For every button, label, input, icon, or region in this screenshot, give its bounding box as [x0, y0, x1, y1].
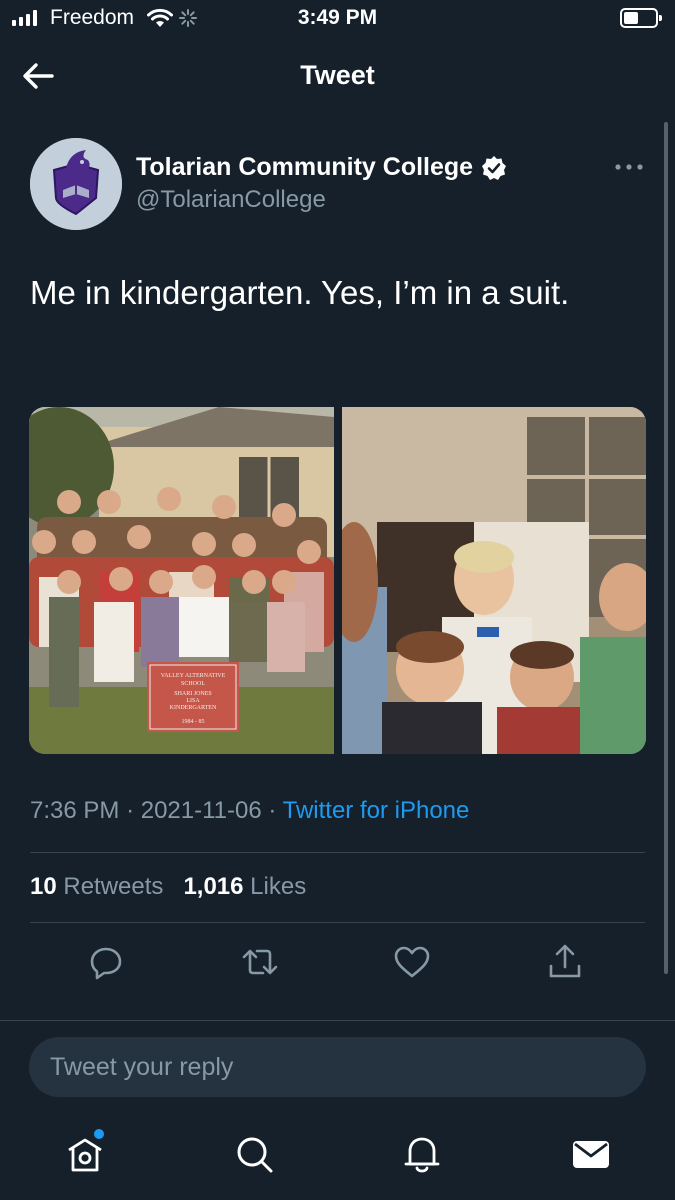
notifications-icon[interactable] — [400, 1132, 444, 1176]
tweet-media: VALLEY ALTERNATIVE SCHOOL SHARI JONES LI… — [29, 407, 646, 754]
closeup-photo-image[interactable] — [341, 407, 647, 754]
verified-badge-icon — [482, 155, 507, 180]
tweet-date: 2021-11-06 — [140, 797, 262, 824]
reply-input[interactable] — [29, 1037, 646, 1097]
sign-line: 1984 - 85 — [182, 719, 205, 725]
author-name-label: Tolarian Community College — [136, 153, 474, 181]
reply-icon[interactable] — [86, 942, 126, 982]
like-icon[interactable] — [392, 942, 432, 982]
tweet-source-link[interactable]: Twitter for iPhone — [283, 797, 470, 824]
author-name[interactable]: Tolarian Community College — [136, 153, 507, 182]
retweets-count: 10 — [30, 873, 57, 900]
tweet-stats: 10 Retweets 1,016 Likes — [30, 873, 306, 901]
divider — [0, 1020, 675, 1021]
tweet-meta: 7:36 PM · 2021-11-06 · Twitter for iPhon… — [30, 797, 469, 825]
status-bar: Freedom 3:49 PM — [0, 0, 675, 40]
divider — [30, 922, 645, 923]
meta-separator: · — [126, 797, 135, 824]
college-logo-icon — [30, 138, 122, 230]
tweet-time: 7:36 PM — [30, 797, 120, 824]
sign-line: LISA — [186, 698, 200, 704]
retweets-label: Retweets — [63, 873, 164, 900]
search-icon[interactable] — [232, 1132, 276, 1176]
status-time: 3:49 PM — [297, 6, 378, 29]
likes-count: 1,016 — [183, 873, 244, 900]
page-title: Tweet — [300, 60, 375, 90]
messages-icon[interactable] — [569, 1132, 613, 1176]
author-handle[interactable]: @TolarianCollege — [136, 186, 326, 214]
more-options-icon[interactable] — [612, 158, 646, 176]
divider — [30, 852, 645, 853]
likes-stat[interactable]: 1,016 Likes — [183, 873, 306, 900]
sign-line: VALLEY ALTERNATIVE — [161, 673, 226, 679]
unread-dot — [94, 1129, 104, 1139]
tweet-actions — [0, 942, 675, 986]
sign-line: SCHOOL — [181, 681, 205, 687]
sign-line: SHARI JONES — [174, 691, 212, 697]
retweets-stat[interactable]: 10 Retweets — [30, 873, 163, 900]
tweet-text: Me in kindergarten. Yes, I’m in a suit. — [30, 274, 570, 311]
scrollbar[interactable] — [664, 122, 668, 974]
class-photo-image[interactable]: VALLEY ALTERNATIVE SCHOOL SHARI JONES LI… — [29, 407, 334, 754]
likes-label: Likes — [250, 873, 307, 900]
share-icon[interactable] — [545, 942, 585, 982]
header: Tweet — [0, 44, 675, 108]
retweet-icon[interactable] — [240, 942, 280, 982]
battery-icon — [620, 8, 662, 28]
avatar[interactable] — [30, 138, 122, 230]
reply-composer[interactable] — [29, 1037, 646, 1097]
meta-separator: · — [268, 797, 277, 824]
sign-line: KINDERGARTEN — [170, 705, 217, 711]
